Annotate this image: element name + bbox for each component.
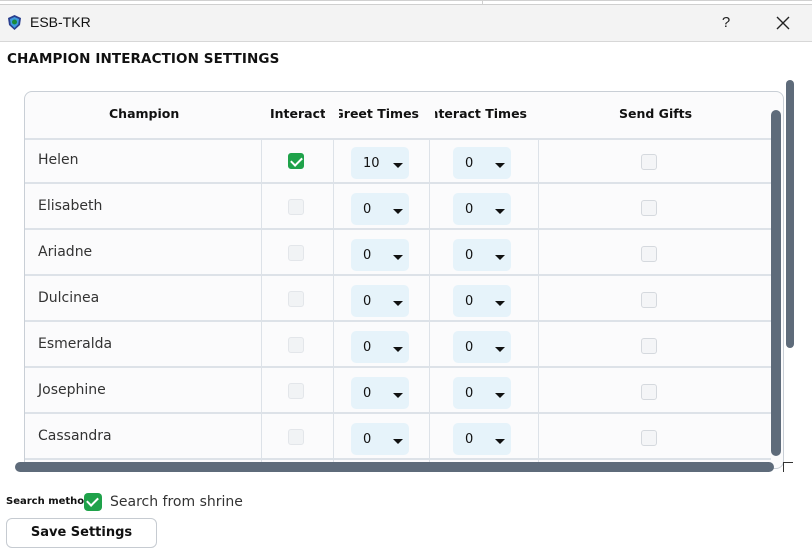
resize-corner	[783, 462, 793, 472]
chevron-down-icon	[393, 209, 403, 214]
greet-times-value: 0	[363, 294, 372, 309]
champion-name: Helen	[38, 152, 79, 168]
title-bar: ESB-TKR ?	[0, 0, 812, 42]
greet-times-dropdown[interactable]: 10	[351, 147, 409, 179]
column-header-interact-times: Interact Times	[435, 106, 527, 121]
interact-times-value: 0	[465, 156, 474, 171]
table-row: Helen 10 0	[25, 138, 771, 184]
column-header-champion: Champion	[109, 106, 180, 121]
column-header-interact: Interact	[270, 106, 325, 121]
interact-times-value: 0	[465, 202, 474, 217]
interact-times-value: 0	[465, 294, 474, 309]
column-header-send-gifts: Send Gifts	[619, 106, 693, 121]
chevron-down-icon	[393, 255, 403, 260]
champion-table: Champion Interact Greet Times Interact T…	[24, 91, 784, 469]
table-row: Ariadne 0 0	[25, 230, 771, 276]
interact-checkbox[interactable]	[288, 383, 304, 399]
chevron-down-icon	[495, 347, 505, 352]
close-button[interactable]	[768, 11, 798, 35]
window-title: ESB-TKR	[30, 14, 91, 30]
greet-times-value: 10	[363, 156, 380, 171]
greet-times-value: 0	[363, 386, 372, 401]
champion-name: Ariadne	[38, 244, 93, 260]
table-row: Dulcinea 0 0	[25, 276, 771, 322]
send-gifts-checkbox[interactable]	[641, 246, 657, 262]
chevron-down-icon	[393, 393, 403, 398]
title-bar-top-edge	[0, 1, 812, 5]
champion-name: Esmeralda	[38, 336, 113, 352]
interact-times-dropdown[interactable]: 0	[453, 239, 511, 271]
close-icon	[776, 16, 790, 30]
send-gifts-checkbox[interactable]	[641, 338, 657, 354]
help-button[interactable]: ?	[712, 11, 740, 35]
column-divider	[333, 138, 334, 468]
column-header-greet-times: Greet Times	[339, 106, 419, 121]
page-title: CHAMPION INTERACTION SETTINGS	[7, 51, 280, 67]
search-method-label: Search method	[6, 496, 92, 507]
chevron-down-icon	[495, 439, 505, 444]
interact-times-dropdown[interactable]: 0	[453, 147, 511, 179]
interact-times-dropdown[interactable]: 0	[453, 331, 511, 363]
greet-times-dropdown[interactable]: 0	[351, 377, 409, 409]
save-settings-button[interactable]: Save Settings	[6, 518, 157, 548]
table-header: Champion Interact Greet Times Interact T…	[25, 92, 771, 138]
chevron-down-icon	[495, 393, 505, 398]
chevron-down-icon	[393, 439, 403, 444]
header-divider	[25, 138, 771, 140]
send-gifts-checkbox[interactable]	[641, 200, 657, 216]
greet-times-dropdown[interactable]: 0	[351, 285, 409, 317]
greet-times-value: 0	[363, 340, 372, 355]
table-row: Cassandra 0 0	[25, 414, 771, 460]
table-row: Esmeralda 0 0	[25, 322, 771, 368]
interact-times-dropdown[interactable]: 0	[453, 377, 511, 409]
chevron-down-icon	[495, 209, 505, 214]
chevron-down-icon	[495, 163, 505, 168]
table-row: Elisabeth 0 0	[25, 184, 771, 230]
send-gifts-checkbox[interactable]	[641, 384, 657, 400]
chevron-down-icon	[393, 163, 403, 168]
interact-checkbox[interactable]	[288, 291, 304, 307]
interact-times-value: 0	[465, 248, 474, 263]
page-vertical-scrollbar[interactable]	[786, 80, 794, 348]
table-row: Josephine 0 0	[25, 368, 771, 414]
search-from-shrine-label[interactable]: Search from shrine	[110, 494, 243, 510]
greet-times-value: 0	[363, 202, 372, 217]
send-gifts-checkbox[interactable]	[641, 430, 657, 446]
interact-checkbox[interactable]	[288, 245, 304, 261]
champion-name: Dulcinea	[38, 290, 100, 306]
chevron-down-icon	[393, 301, 403, 306]
greet-times-dropdown[interactable]: 0	[351, 193, 409, 225]
champion-name: Josephine	[38, 382, 106, 398]
column-divider	[429, 138, 430, 468]
column-divider	[261, 138, 262, 468]
column-divider	[538, 138, 539, 468]
greet-times-value: 0	[363, 432, 372, 447]
search-from-shrine-checkbox[interactable]	[84, 493, 102, 511]
chevron-down-icon	[495, 255, 505, 260]
horizontal-scrollbar[interactable]	[15, 462, 774, 472]
interact-times-value: 0	[465, 386, 474, 401]
interact-checkbox[interactable]	[288, 429, 304, 445]
chevron-down-icon	[393, 347, 403, 352]
interact-checkbox[interactable]	[288, 199, 304, 215]
interact-checkbox[interactable]	[288, 337, 304, 353]
greet-times-dropdown[interactable]: 0	[351, 331, 409, 363]
champion-name: Cassandra	[38, 428, 112, 444]
vertical-scrollbar[interactable]	[771, 110, 781, 456]
app-logo-icon	[8, 15, 21, 30]
greet-times-dropdown[interactable]: 0	[351, 423, 409, 455]
greet-times-value: 0	[363, 248, 372, 263]
interact-times-dropdown[interactable]: 0	[453, 193, 511, 225]
interact-times-value: 0	[465, 432, 474, 447]
champion-name: Elisabeth	[38, 198, 103, 214]
interact-checkbox[interactable]	[288, 153, 304, 169]
interact-times-value: 0	[465, 340, 474, 355]
send-gifts-checkbox[interactable]	[641, 292, 657, 308]
send-gifts-checkbox[interactable]	[641, 154, 657, 170]
chevron-down-icon	[495, 301, 505, 306]
interact-times-dropdown[interactable]: 0	[453, 285, 511, 317]
greet-times-dropdown[interactable]: 0	[351, 239, 409, 271]
interact-times-dropdown[interactable]: 0	[453, 423, 511, 455]
